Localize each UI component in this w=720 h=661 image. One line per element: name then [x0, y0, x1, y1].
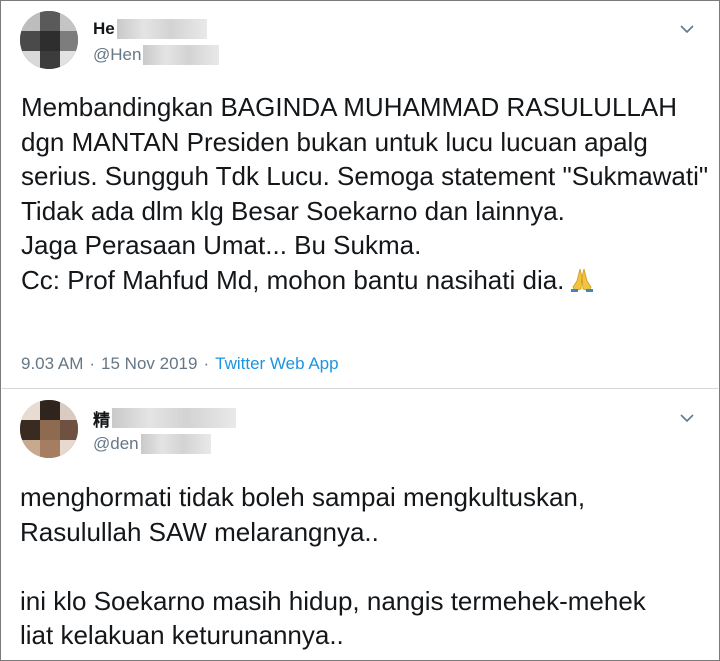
username-handle[interactable]: @Hen — [93, 45, 141, 65]
tweet-date[interactable]: 15 Nov 2019 — [101, 354, 197, 374]
separator-dot: · — [89, 354, 96, 373]
folded-hands-icon — [571, 268, 594, 292]
avatar[interactable] — [20, 400, 78, 458]
tweet-thread: He @Hen Membandingkan BAGINDA MUHAMMAD R… — [0, 0, 720, 661]
display-name[interactable]: 精 — [93, 406, 110, 431]
tweet-1[interactable]: He @Hen Membandingkan BAGINDA MUHAMMAD R… — [2, 2, 718, 389]
avatar[interactable] — [20, 11, 78, 69]
tweet-source-link[interactable]: Twitter Web App — [215, 354, 338, 374]
pixelated-avatar-image — [20, 400, 78, 458]
display-name[interactable]: He — [93, 19, 115, 39]
separator-dot: · — [203, 354, 210, 373]
author-name-row[interactable]: He — [93, 18, 207, 40]
redacted-handle-blur — [143, 45, 220, 65]
author-handle-row[interactable]: @Hen — [93, 44, 220, 66]
tweet-time[interactable]: 9.03 AM — [21, 354, 83, 374]
tweet-text-content: Membandingkan BAGINDA MUHAMMAD RASULULLA… — [21, 92, 709, 295]
tweet-text: menghormati tidak boleh sampai mengkultu… — [20, 482, 646, 650]
redacted-handle-blur — [140, 434, 211, 454]
pixelated-avatar-image — [20, 11, 78, 69]
redacted-name-blur — [116, 19, 207, 39]
chevron-down-icon[interactable] — [678, 22, 696, 36]
redacted-name-blur — [112, 408, 236, 428]
author-name-row[interactable]: 精 — [93, 406, 236, 431]
tweet-metadata: 9.03 AM · 15 Nov 2019 · Twitter Web App — [21, 354, 339, 374]
chevron-down-icon[interactable] — [678, 411, 696, 425]
tweet-text: Membandingkan BAGINDA MUHAMMAD RASULULLA… — [21, 90, 711, 297]
username-handle[interactable]: @den — [93, 434, 139, 454]
author-handle-row[interactable]: @den — [93, 433, 211, 455]
